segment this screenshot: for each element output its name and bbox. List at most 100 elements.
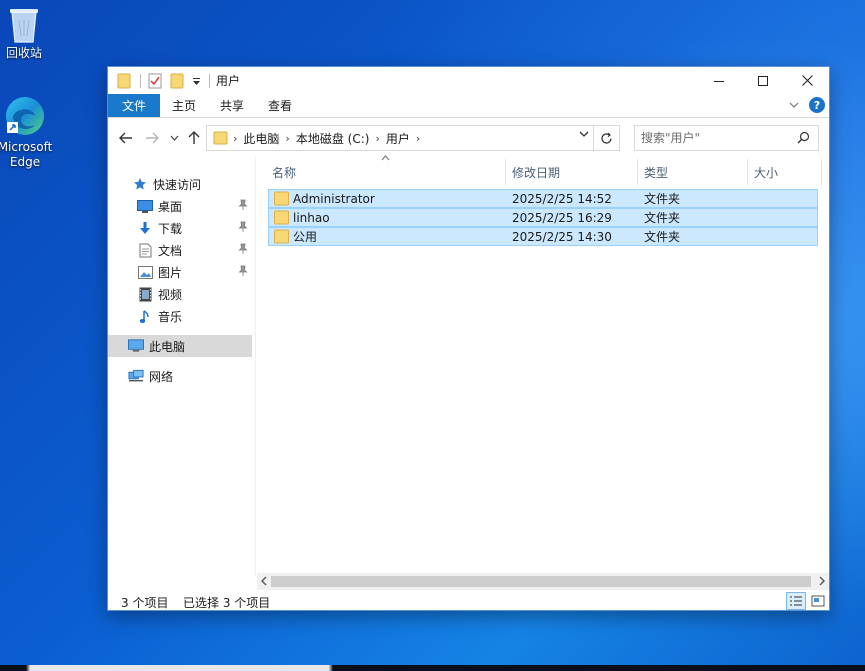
ribbon-right: ? xyxy=(789,97,825,113)
pane-divider[interactable] xyxy=(255,157,256,577)
recent-locations-button[interactable] xyxy=(168,128,180,148)
title-bar[interactable]: 用户 xyxy=(108,67,829,94)
file-name: Administrator xyxy=(293,192,375,206)
window-controls xyxy=(697,67,829,94)
video-icon xyxy=(137,286,153,302)
table-row[interactable]: Administrator 2025/2/25 14:52 文件夹 xyxy=(268,189,818,208)
breadcrumb-users[interactable]: 用户 xyxy=(386,130,410,147)
column-header-name[interactable]: 名称 xyxy=(268,159,508,185)
properties-icon[interactable] xyxy=(147,73,163,89)
folder-icon xyxy=(274,191,289,206)
scroll-right-icon[interactable] xyxy=(818,575,826,587)
tab-share[interactable]: 共享 xyxy=(208,94,256,117)
tab-file[interactable]: 文件 xyxy=(108,94,161,117)
download-icon xyxy=(137,220,153,236)
search-icon[interactable] xyxy=(797,131,810,144)
large-icons-view-button[interactable] xyxy=(808,592,828,610)
pin-icon[interactable] xyxy=(238,199,248,211)
breadcrumb-separator[interactable]: › xyxy=(416,132,420,145)
desktop-icon-recycle-bin[interactable]: 回收站 xyxy=(0,4,54,61)
address-bar[interactable]: › 此电脑 › 本地磁盘 (C:) › 用户 › xyxy=(206,125,594,151)
forward-button[interactable] xyxy=(143,128,161,148)
nav-item-label: 快速访问 xyxy=(153,177,202,192)
breadcrumb-separator[interactable]: › xyxy=(375,132,379,145)
folder-icon xyxy=(274,210,289,225)
search-box[interactable] xyxy=(634,125,819,151)
nav-item-downloads[interactable]: 下载 xyxy=(108,217,252,239)
folder-icon xyxy=(213,131,228,145)
navigation-pane: 快速访问 桌面 下载 文档 图片 视频 音乐 此电脑 网络 xyxy=(108,163,254,578)
file-date: 2025/2/25 16:29 xyxy=(512,211,612,225)
nav-item-label: 文档 xyxy=(158,243,183,258)
close-button[interactable] xyxy=(785,67,829,94)
refresh-button[interactable] xyxy=(594,125,620,151)
column-header-type[interactable]: 类型 xyxy=(640,159,746,185)
file-explorer-window[interactable]: 用户 文件 主页 共享 查看 ? › 此电脑 › 本地磁盘 (C:) › 用户 … xyxy=(107,66,830,611)
up-button[interactable] xyxy=(185,128,203,148)
back-button[interactable] xyxy=(117,128,135,148)
search-input[interactable] xyxy=(641,131,791,145)
table-row[interactable]: 公用 2025/2/25 14:30 文件夹 xyxy=(268,227,818,246)
column-header-size[interactable]: 大小 xyxy=(750,159,810,185)
tab-home[interactable]: 主页 xyxy=(160,94,208,117)
scroll-left-icon[interactable] xyxy=(260,575,268,587)
nav-quick-access[interactable]: 快速访问 xyxy=(108,173,252,195)
nav-this-pc[interactable]: 此电脑 xyxy=(108,335,252,357)
taskbar-edge xyxy=(0,665,865,671)
desktop-icon-label: 回收站 xyxy=(5,46,42,60)
nav-item-label: 视频 xyxy=(158,287,183,302)
selection-count: 已选择 3 个项目 xyxy=(183,596,271,610)
file-name: 公用 xyxy=(293,230,318,244)
computer-icon xyxy=(128,338,144,354)
nav-item-videos[interactable]: 视频 xyxy=(108,283,252,305)
scrollbar-thumb[interactable] xyxy=(271,576,811,587)
arrow-right-icon xyxy=(146,132,159,144)
divider xyxy=(209,73,210,88)
star-icon xyxy=(132,176,148,192)
horizontal-scrollbar[interactable] xyxy=(257,573,829,590)
column-divider[interactable] xyxy=(505,159,506,185)
column-divider[interactable] xyxy=(637,159,638,185)
new-folder-icon[interactable] xyxy=(169,73,185,89)
folder-icon xyxy=(116,73,132,89)
pin-icon[interactable] xyxy=(238,221,248,233)
help-icon[interactable]: ? xyxy=(809,97,825,113)
file-date: 2025/2/25 14:52 xyxy=(512,192,612,206)
desktop-icon xyxy=(137,198,153,214)
column-divider[interactable] xyxy=(747,159,748,185)
minimize-icon xyxy=(714,80,724,82)
nav-item-desktop[interactable]: 桌面 xyxy=(108,195,252,217)
pin-icon[interactable] xyxy=(238,243,248,255)
pin-icon[interactable] xyxy=(238,265,248,277)
tab-view[interactable]: 查看 xyxy=(256,94,304,117)
arrow-up-icon xyxy=(188,131,200,144)
customize-toolbar-icon[interactable] xyxy=(191,73,201,89)
file-type: 文件夹 xyxy=(644,230,681,244)
details-view-button[interactable] xyxy=(786,592,806,610)
large-icons-view-icon xyxy=(811,595,825,607)
column-divider xyxy=(821,159,822,185)
breadcrumb-this-pc[interactable]: 此电脑 xyxy=(243,130,279,147)
nav-item-documents[interactable]: 文档 xyxy=(108,239,252,261)
file-name: linhao xyxy=(293,211,330,225)
minimize-button[interactable] xyxy=(697,67,741,94)
nav-item-label: 网络 xyxy=(149,369,174,384)
chevron-down-icon[interactable] xyxy=(579,130,589,138)
close-icon xyxy=(801,75,813,86)
column-header-date[interactable]: 修改日期 xyxy=(508,159,638,185)
expand-ribbon-icon[interactable] xyxy=(789,101,799,109)
nav-item-music[interactable]: 音乐 xyxy=(108,305,252,327)
folder-icon xyxy=(274,229,289,244)
breadcrumb-separator[interactable]: › xyxy=(285,132,289,145)
nav-network[interactable]: 网络 xyxy=(108,365,252,387)
picture-icon xyxy=(137,264,153,280)
breadcrumb-local-disk[interactable]: 本地磁盘 (C:) xyxy=(296,130,370,147)
nav-item-pictures[interactable]: 图片 xyxy=(108,261,252,283)
file-type: 文件夹 xyxy=(644,211,681,225)
table-row[interactable]: linhao 2025/2/25 16:29 文件夹 xyxy=(268,208,818,227)
recycle-bin-icon xyxy=(10,9,38,43)
music-icon xyxy=(137,308,153,324)
desktop-icon-edge[interactable]: Microsoft Edge xyxy=(0,94,55,170)
maximize-button[interactable] xyxy=(741,67,785,94)
breadcrumb-separator[interactable]: › xyxy=(233,132,237,145)
